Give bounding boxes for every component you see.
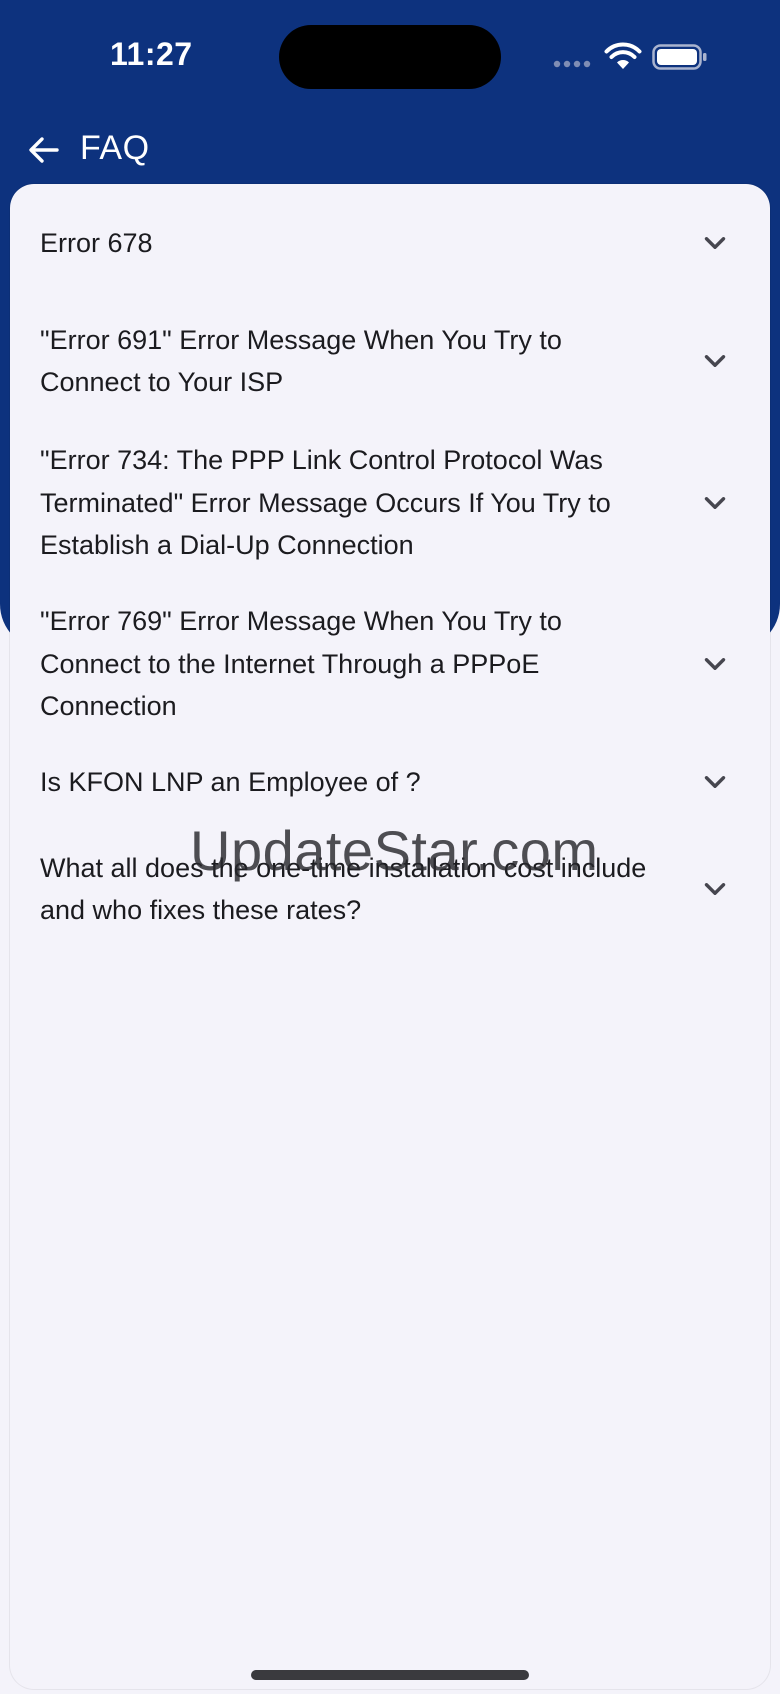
arrow-left-icon xyxy=(29,137,59,163)
faq-question: What all does the one-time installation … xyxy=(40,852,647,926)
faq-item[interactable]: "Error 691" Error Message When You Try t… xyxy=(10,302,770,420)
faq-item[interactable]: Is KFON LNP an Employee of ? xyxy=(10,740,770,824)
app-bar: FAQ xyxy=(0,118,780,182)
faq-question: Is KFON LNP an Employee of ? xyxy=(40,766,421,797)
wifi-icon xyxy=(604,42,642,69)
status-time: 11:27 xyxy=(110,36,193,72)
chevron-down-icon xyxy=(704,658,726,670)
faq-question: "Error 734: The PPP Link Control Protoco… xyxy=(40,445,611,561)
faq-question: "Error 769" Error Message When You Try t… xyxy=(40,606,562,722)
cellular-signal-icon xyxy=(553,60,591,68)
faq-item[interactable]: "Error 734: The PPP Link Control Protoco… xyxy=(10,423,770,583)
battery-icon xyxy=(652,44,707,70)
faq-card: Error 678 "Error 691" Error Message When… xyxy=(10,184,770,1689)
chevron-down-icon xyxy=(704,497,726,509)
chevron-down-icon xyxy=(704,355,726,367)
chevron-down-icon xyxy=(704,237,726,249)
faq-question: Error 678 xyxy=(40,227,153,258)
status-bar: 11:27 xyxy=(0,0,780,110)
faq-question: "Error 691" Error Message When You Try t… xyxy=(40,324,562,398)
chevron-down-icon xyxy=(704,776,726,788)
page-title: FAQ xyxy=(80,129,150,167)
back-button[interactable] xyxy=(20,126,68,174)
faq-item[interactable]: Error 678 xyxy=(10,201,770,285)
faq-item[interactable]: What all does the one-time installation … xyxy=(10,830,770,948)
chevron-down-icon xyxy=(704,883,726,895)
dynamic-island xyxy=(279,25,501,89)
home-indicator xyxy=(251,1670,529,1680)
faq-item[interactable]: "Error 769" Error Message When You Try t… xyxy=(10,584,770,744)
